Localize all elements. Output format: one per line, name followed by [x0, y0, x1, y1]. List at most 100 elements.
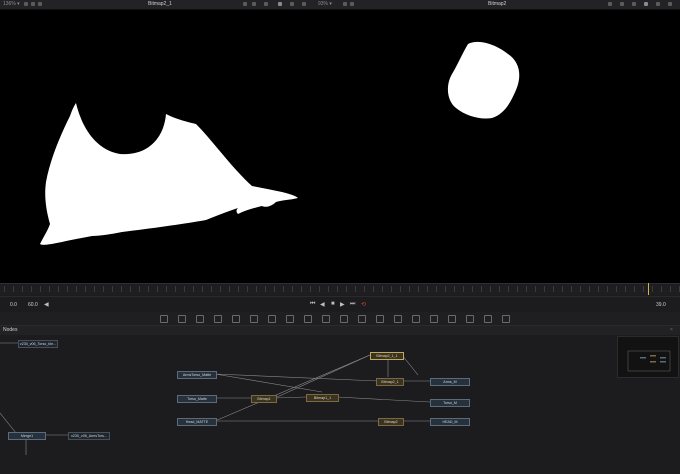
viewer-center-zoom[interactable]: 93% ▾	[318, 0, 332, 9]
node-label: HEAD_M	[442, 420, 458, 424]
transport-bar: 0.0 60.0 ◀ ⏮ ◀ ■ ▶ ⏭ ⟲ 39.0	[0, 296, 680, 313]
renderer-tool-icon[interactable]	[430, 315, 438, 323]
blur-tool-icon[interactable]	[286, 315, 294, 323]
node-bitmap2-1-1[interactable]: Bitmap2_1_1	[370, 352, 404, 360]
minimap-graphic	[627, 350, 671, 372]
viewer-left-title: Bitmap2_1	[148, 1, 172, 7]
ruler-tick	[670, 286, 671, 292]
stop-button[interactable]: ■	[331, 301, 335, 307]
node-arms-m[interactable]: Arms_M	[430, 378, 470, 386]
ruler-tick	[328, 286, 329, 292]
node-bitmap2-1[interactable]: Bitmap2_1	[376, 378, 404, 386]
play-button[interactable]: ▶	[340, 301, 345, 308]
light-tool-icon[interactable]	[466, 315, 474, 323]
particle-tool-icon[interactable]	[502, 315, 510, 323]
text-tool-icon[interactable]	[196, 315, 204, 323]
ruler-tick	[166, 286, 167, 292]
node-label: Torso_Matte	[187, 397, 207, 401]
node-label: Arms_M	[443, 380, 457, 384]
channel-icon[interactable]	[620, 2, 624, 6]
color-corrector-tool-icon[interactable]	[304, 315, 312, 323]
ruler-tick	[94, 286, 95, 292]
ruler-tick	[148, 286, 149, 292]
more-icon[interactable]	[302, 2, 306, 6]
ruler-tick	[580, 286, 581, 292]
ruler-tick	[310, 286, 311, 292]
shape-tool-icon[interactable]	[484, 315, 492, 323]
node-clip-input[interactable]: v230_v06_Torso_ble...	[18, 340, 58, 348]
timeline-ruler[interactable]	[0, 283, 680, 295]
current-time[interactable]: 39.0	[656, 302, 666, 308]
ruler-tick	[184, 286, 185, 292]
paint-tool-icon[interactable]	[214, 315, 222, 323]
color-square-icon[interactable]	[644, 2, 648, 6]
ellipse-tool-icon[interactable]	[376, 315, 384, 323]
roi-icon[interactable]	[608, 2, 612, 6]
close-icon[interactable]: ×	[670, 326, 673, 335]
node-arms-torso-matte[interactable]: ArmsTorso_Matte	[177, 371, 217, 379]
nodes-panel-title: Nodes	[3, 327, 18, 333]
scale-icon[interactable]	[350, 2, 354, 6]
node-bitmap2[interactable]: Bitmap2	[378, 418, 404, 426]
transform-tool-icon[interactable]	[340, 315, 348, 323]
node-head-matte[interactable]: Head_MATTE	[177, 418, 217, 426]
ruler-tick	[571, 286, 572, 292]
node-head-m[interactable]: HEAD_M	[430, 418, 470, 426]
ruler-tick	[256, 286, 257, 292]
node-bitmap1-1[interactable]: Bitmap1_1	[306, 394, 339, 402]
merge-tool-icon[interactable]	[322, 315, 330, 323]
audio-icon[interactable]: ◀	[44, 301, 49, 308]
ruler-tick	[292, 286, 293, 292]
more-icon[interactable]	[668, 2, 672, 6]
image-tool-icon[interactable]	[178, 315, 186, 323]
ruler-tick	[499, 286, 500, 292]
node-bitmap1[interactable]: Bitmap1	[251, 395, 277, 403]
node-label: ArmsTorso_Matte	[182, 373, 212, 377]
ruler-tick	[436, 286, 437, 292]
node-label: Bitmap1	[257, 397, 271, 401]
polygon-tool-icon[interactable]	[232, 315, 240, 323]
view-options-icon[interactable]	[38, 2, 42, 6]
compare-icon[interactable]	[290, 2, 294, 6]
go-to-end-button[interactable]: ⏭	[350, 301, 355, 308]
keyer-tool-icon[interactable]	[412, 315, 420, 323]
roi-icon[interactable]	[243, 2, 247, 6]
fit-icon[interactable]	[24, 2, 28, 6]
bitmap-tool-icon[interactable]	[268, 315, 276, 323]
node-graph[interactable]: v230_v06_Torso_ble... ArmsTorso_Matte To…	[0, 335, 680, 474]
end-time[interactable]: 60.0	[28, 302, 38, 308]
ruler-tick	[202, 286, 203, 292]
ruler-tick	[13, 286, 14, 292]
ruler-tick	[247, 286, 248, 292]
ruler-tick	[364, 286, 365, 292]
tracker-tool-icon[interactable]	[394, 315, 402, 323]
head-matte-shape	[447, 41, 520, 119]
lut-icon[interactable]	[264, 2, 268, 6]
step-back-button[interactable]: ◀	[320, 301, 325, 308]
node-label: Torso_M	[443, 401, 457, 405]
ruler-tick	[337, 286, 338, 292]
bspline-tool-icon[interactable]	[250, 315, 258, 323]
camera-tool-icon[interactable]	[448, 315, 456, 323]
playhead[interactable]	[648, 283, 649, 295]
nodes-panel-header: Nodes ×	[0, 326, 680, 335]
go-to-start-button[interactable]: ⏮	[310, 301, 315, 308]
background-tool-icon[interactable]	[160, 315, 168, 323]
compare-icon[interactable]	[656, 2, 660, 6]
viewer-left-zoom[interactable]: 136% ▾	[3, 0, 20, 9]
node-torso-m[interactable]: Torso_M	[430, 399, 470, 407]
channel-icon[interactable]	[252, 2, 256, 6]
lut-icon[interactable]	[632, 2, 636, 6]
node-torso-matte[interactable]: Torso_Matte	[177, 395, 217, 403]
start-time[interactable]: 0.0	[10, 302, 17, 308]
color-square-icon[interactable]	[278, 2, 282, 6]
scale-icon[interactable]	[31, 2, 35, 6]
rectangle-tool-icon[interactable]	[358, 315, 366, 323]
viewer-canvas[interactable]	[0, 10, 680, 283]
fit-icon[interactable]	[343, 2, 347, 6]
ruler-tick	[67, 286, 68, 292]
node-minimap[interactable]	[617, 336, 679, 378]
loop-icon[interactable]: ⟲	[361, 301, 366, 308]
node-arms-torso-output[interactable]: v230_v06_ArmsTors...	[68, 432, 110, 440]
node-merge1[interactable]: Merge1	[8, 432, 46, 440]
